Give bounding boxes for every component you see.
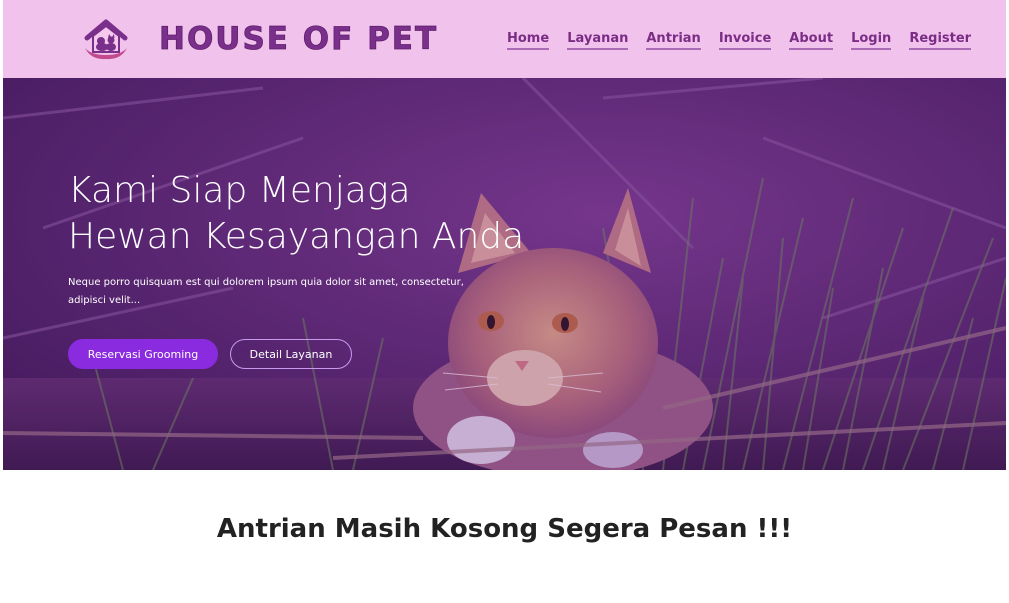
hero-banner: Kami Siap Menjaga Hewan Kesayangan Anda … bbox=[3, 78, 1006, 470]
detail-layanan-button[interactable]: Detail Layanan bbox=[230, 339, 352, 369]
reservasi-grooming-button[interactable]: Reservasi Grooming bbox=[68, 339, 218, 369]
navbar: HOUSE OF PET Home Layanan Antrian Invoic… bbox=[3, 0, 1006, 78]
nav-item-layanan[interactable]: Layanan bbox=[567, 31, 629, 50]
nav-item-login[interactable]: Login bbox=[851, 31, 892, 50]
nav-item-about[interactable]: About bbox=[789, 31, 834, 50]
hero-description: Neque porro quisquam est qui dolorem ips… bbox=[68, 277, 464, 306]
hero-title-line-1: Kami Siap Menjaga bbox=[68, 170, 411, 211]
nav-links: Home Layanan Antrian Invoice About Login… bbox=[507, 31, 989, 50]
brand-name: HOUSE OF PET bbox=[159, 21, 439, 58]
house-pet-logo-icon bbox=[84, 19, 128, 60]
queue-empty-message: Antrian Masih Kosong Segera Pesan !!! bbox=[216, 514, 793, 544]
hero-title-line-2: Hewan Kesayangan Anda bbox=[68, 216, 525, 257]
nav-item-home[interactable]: Home bbox=[507, 31, 550, 50]
nav-item-antrian[interactable]: Antrian bbox=[646, 31, 701, 50]
nav-item-invoice[interactable]: Invoice bbox=[718, 31, 772, 50]
brand[interactable]: HOUSE OF PET bbox=[81, 14, 438, 64]
hero-title: Kami Siap Menjaga Hewan Kesayangan Anda bbox=[68, 168, 588, 260]
nav-item-register[interactable]: Register bbox=[909, 31, 972, 50]
